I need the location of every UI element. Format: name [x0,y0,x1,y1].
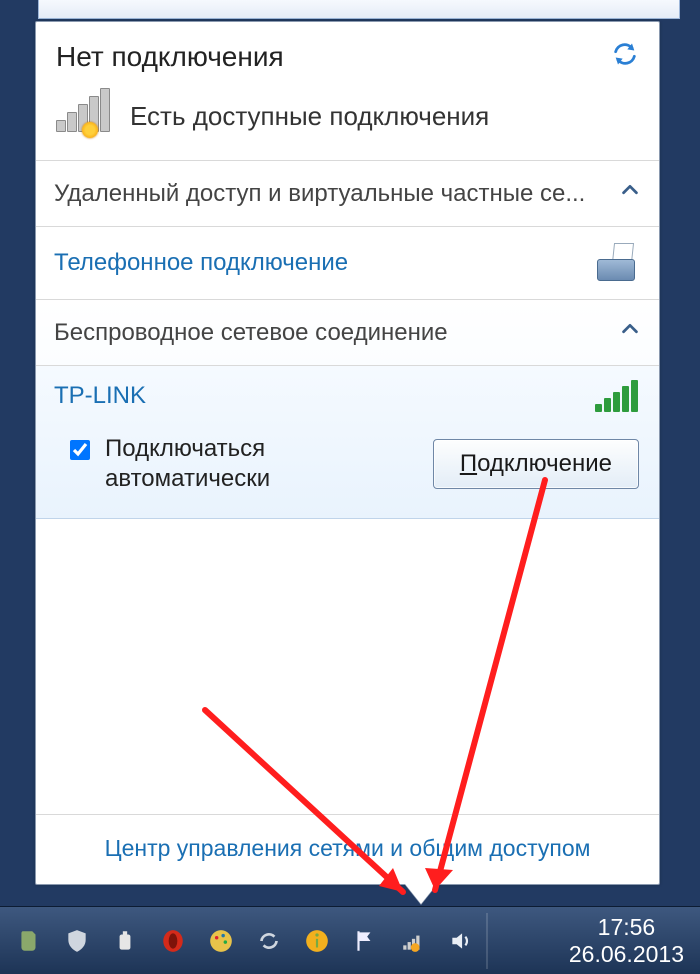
taskbar-divider [486,913,488,969]
signal-available-icon [56,96,112,136]
wifi-name: TP-LINK [54,382,146,410]
auto-connect-input[interactable] [70,440,90,460]
network-popup: Нет подключения Есть доступные подключен… [35,21,660,885]
status-title: Нет подключения [56,41,284,73]
popup-tail [405,884,437,904]
section-vpn-label: Удаленный доступ и виртуальные частные с… [54,180,585,208]
chevron-up-icon [619,318,641,347]
section-wireless[interactable]: Беспроводное сетевое соединение [36,300,659,366]
section-vpn[interactable]: Удаленный доступ и виртуальные частные с… [36,161,659,227]
clock-time: 17:56 [569,914,684,940]
tray-power-icon[interactable] [110,926,140,956]
tray-palette-icon[interactable] [206,926,236,956]
chevron-up-icon [619,179,641,208]
tray-shield-icon[interactable] [62,926,92,956]
section-wireless-label: Беспроводное сетевое соединение [54,319,448,347]
dialup-item[interactable]: Телефонное подключение [36,227,659,300]
taskbar: 17:56 26.06.2013 [0,906,700,974]
clock-date: 26.06.2013 [569,941,684,967]
modem-icon [593,243,641,283]
taskbar-clock[interactable]: 17:56 26.06.2013 [569,914,690,967]
dialup-label: Телефонное подключение [54,249,348,277]
tray-network-icon[interactable] [398,926,428,956]
tray-opera-icon[interactable] [158,926,188,956]
connect-button[interactable]: Подключение [433,439,639,489]
signal-strength-icon [595,380,641,412]
system-tray [14,926,476,956]
refresh-icon[interactable] [611,40,639,74]
background-window-edge [38,0,680,19]
wifi-network-item[interactable]: TP-LINK Подключаться автоматически Подкл… [36,366,659,519]
available-text: Есть доступные подключения [130,101,489,132]
connect-button-rest: одключение [477,450,612,477]
auto-connect-label: Подключаться автоматически [105,434,365,494]
tray-sync-icon[interactable] [254,926,284,956]
network-center-link[interactable]: Центр управления сетями и общим доступом [36,814,659,884]
tray-flag-icon[interactable] [350,926,380,956]
connect-button-accel: П [460,450,477,477]
tray-evernote-icon[interactable] [14,926,44,956]
tray-info-icon[interactable] [302,926,332,956]
empty-area [36,519,659,814]
popup-header: Нет подключения [36,22,659,86]
auto-connect-checkbox[interactable]: Подключаться автоматически [66,434,365,494]
tray-volume-icon[interactable] [446,926,476,956]
available-row: Есть доступные подключения [36,86,659,161]
